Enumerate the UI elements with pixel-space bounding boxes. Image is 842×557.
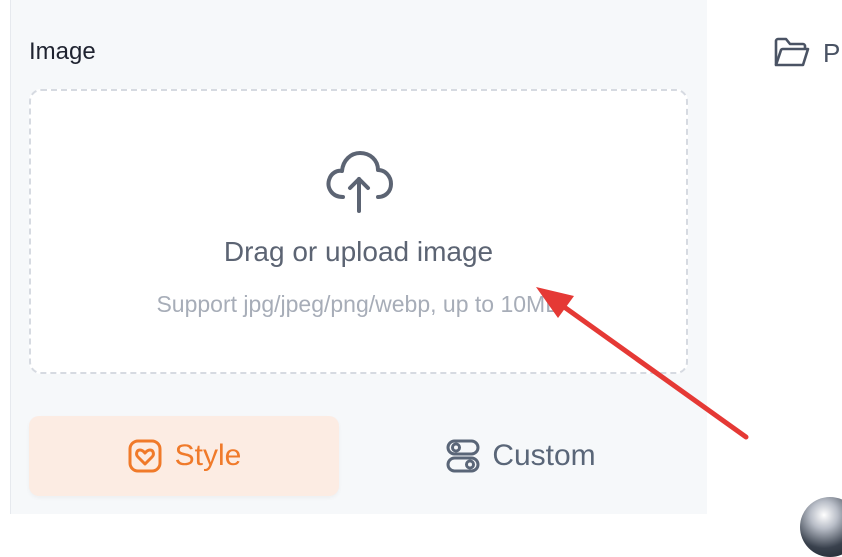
- tab-custom-label: Custom: [492, 439, 596, 472]
- right-panel-item[interactable]: P: [773, 36, 840, 70]
- toggle-settings-icon: [446, 439, 480, 473]
- section-title: Image: [29, 38, 96, 65]
- right-panel-item-label: P: [823, 37, 841, 68]
- tab-custom[interactable]: Custom: [371, 416, 671, 496]
- right-panel: P: [707, 0, 842, 514]
- folder-open-icon: [774, 37, 810, 67]
- upload-sub-text: Support jpg/jpeg/png/webp, up to 10MB: [156, 291, 561, 317]
- upload-main-text: Drag or upload image: [223, 236, 494, 267]
- tab-style[interactable]: Style: [29, 416, 339, 496]
- image-upload-dropzone[interactable]: Drag or upload image Support jpg/jpeg/pn…: [29, 89, 688, 374]
- cloud-upload-icon: [326, 151, 393, 213]
- heart-frame-icon: [128, 439, 162, 473]
- left-panel: Image Drag or upload image Support jpg/j…: [10, 0, 708, 514]
- tab-style-label: Style: [174, 439, 242, 472]
